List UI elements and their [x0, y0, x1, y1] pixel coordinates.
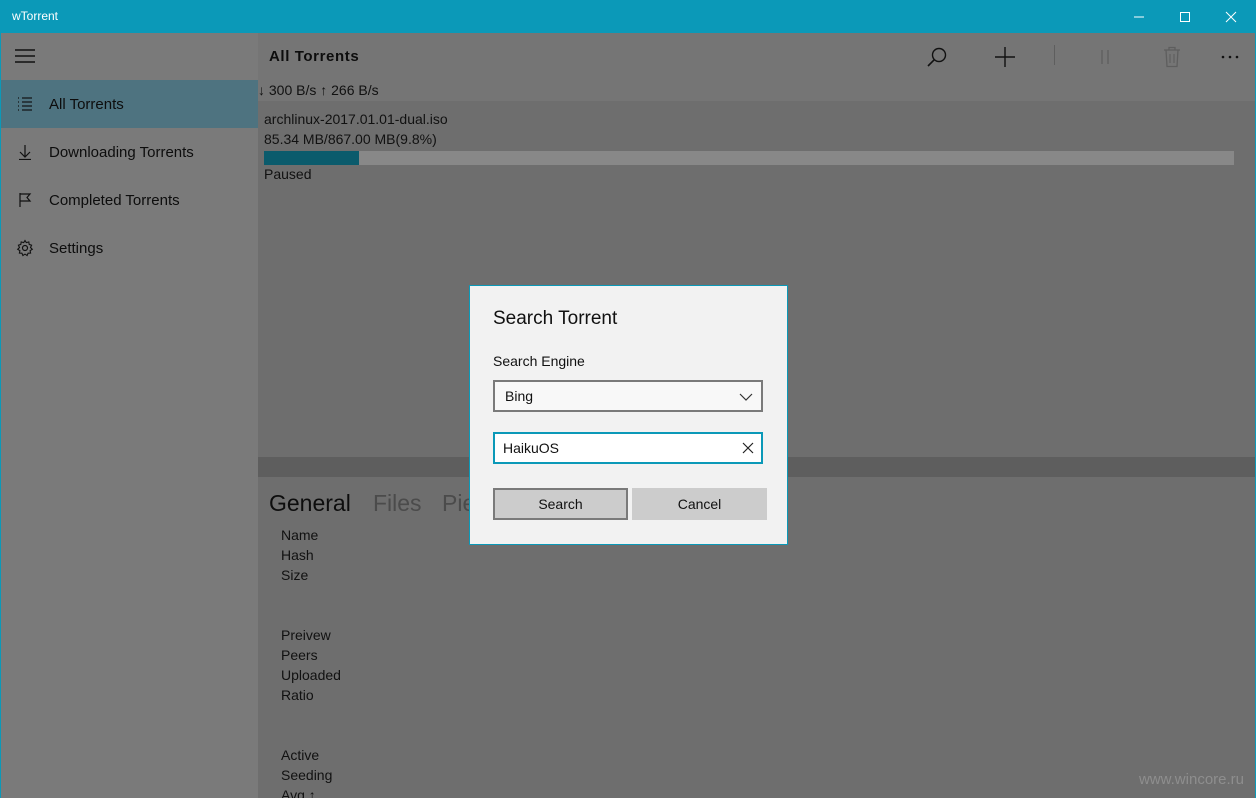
gear-icon — [1, 224, 49, 272]
torrent-progress-bar — [264, 151, 1234, 165]
torrent-progress-fill — [264, 151, 360, 165]
field-avg-upload-label: Avg ↑ — [281, 787, 316, 798]
tab-files[interactable]: Files — [373, 490, 422, 517]
sidebar-item-downloading-torrents[interactable]: Downloading Torrents — [1, 128, 258, 176]
pause-icon — [1101, 50, 1109, 64]
torrent-status: Paused — [264, 166, 312, 182]
torrent-size: 85.34 MB/867.00 MB(9.8%) — [264, 131, 437, 147]
dialog-title: Search Torrent — [493, 308, 618, 329]
sidebar-item-settings[interactable]: Settings — [1, 224, 258, 272]
search-engine-value: Bing — [505, 388, 534, 404]
field-seeding-label: Seeding — [281, 767, 333, 783]
field-size-label: Size — [281, 567, 309, 583]
sidebar-item-all-torrents[interactable]: All Torrents — [1, 80, 258, 128]
more-icon — [1221, 55, 1239, 59]
clear-icon[interactable] — [741, 441, 755, 455]
sidebar-item-label: All Torrents — [49, 95, 124, 113]
sidebar: All Torrents Downloading Torrents Comple… — [0, 33, 258, 798]
sidebar-item-completed-torrents[interactable]: Completed Torrents — [1, 176, 258, 224]
maximize-icon — [1180, 11, 1190, 22]
close-icon — [1225, 11, 1237, 22]
search-query-field[interactable] — [493, 432, 763, 464]
app-title: wTorrent — [12, 9, 59, 23]
title-bar: wTorrent — [0, 0, 1256, 33]
sidebar-item-label: Downloading Torrents — [49, 143, 194, 161]
search-engine-dropdown[interactable]: Bing — [493, 380, 763, 412]
transfer-speed: ↓ 300 B/s ↑ 266 B/s — [258, 82, 379, 98]
sidebar-item-label: Settings — [49, 239, 104, 257]
add-icon — [995, 47, 1015, 67]
chevron-down-icon — [739, 393, 753, 401]
delete-button[interactable] — [1152, 37, 1192, 77]
field-peers-label: Peers — [281, 647, 318, 663]
pause-button[interactable] — [1085, 37, 1125, 77]
download-arrow-icon — [1, 128, 49, 176]
search-icon — [927, 47, 947, 67]
search-torrent-dialog: Search Torrent Search Engine Bing Search… — [469, 285, 788, 545]
search-button[interactable] — [917, 37, 957, 77]
field-active-label: Active — [281, 747, 320, 763]
field-name-label: Name — [281, 527, 319, 543]
field-ratio-label: Ratio — [281, 687, 314, 703]
cancel-button[interactable]: Cancel — [632, 488, 767, 520]
maximize-button[interactable] — [1162, 0, 1208, 33]
hamburger-icon — [15, 49, 35, 63]
field-preview-label: Preivew — [281, 627, 331, 643]
field-uploaded-label: Uploaded — [281, 667, 341, 683]
search-engine-label: Search Engine — [493, 353, 585, 369]
hamburger-menu-button[interactable] — [15, 47, 37, 65]
page-title: All Torrents — [269, 48, 360, 65]
torrent-name: archlinux-2017.01.01-dual.iso — [264, 111, 448, 127]
add-torrent-button[interactable] — [985, 37, 1025, 77]
field-hash-label: Hash — [281, 547, 314, 563]
search-button[interactable]: Search — [493, 488, 628, 520]
sidebar-item-label: Completed Torrents — [49, 191, 180, 209]
delete-icon — [1164, 46, 1180, 68]
watermark: www.wincore.ru — [1138, 771, 1244, 788]
search-query-input[interactable] — [503, 438, 733, 458]
minimize-icon — [1134, 16, 1144, 17]
toolbar-separator — [1054, 45, 1055, 65]
minimize-button[interactable] — [1116, 0, 1162, 33]
close-button[interactable] — [1208, 0, 1254, 33]
main-header: All Torrents ↓ 300 B/s ↑ 266 B/s — [258, 33, 1255, 101]
tab-general[interactable]: General — [269, 490, 351, 517]
list-icon — [1, 80, 49, 128]
flag-icon — [1, 176, 49, 224]
more-button[interactable] — [1210, 37, 1250, 77]
